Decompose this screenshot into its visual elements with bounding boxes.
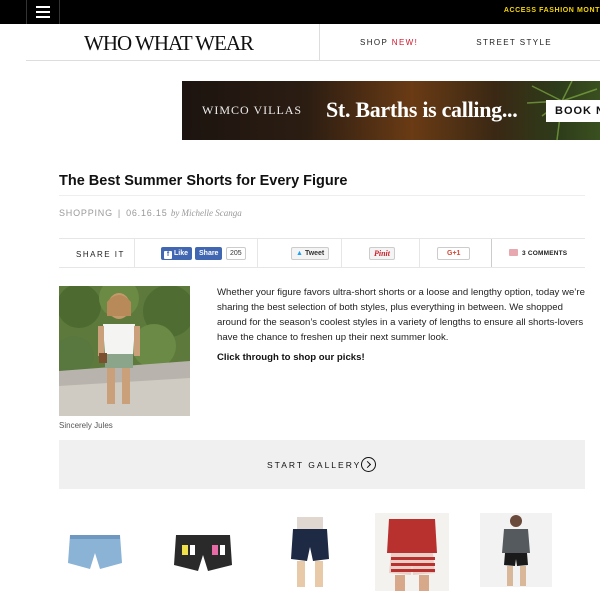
share-divider (491, 239, 492, 267)
navy-shorts-image (275, 513, 345, 588)
circle-arrow-right-icon (361, 457, 376, 472)
black-shorts-outfit-image (480, 513, 552, 587)
facebook-share-count: 205 (226, 247, 246, 260)
ad-headline: St. Barths is calling... (326, 97, 518, 122)
street-style-photo-illustration (59, 286, 190, 416)
share-divider (257, 239, 258, 267)
fb-like-label: Like (174, 250, 189, 257)
google-plus-button[interactable]: G+1 (437, 247, 471, 260)
pinterest-pin-button[interactable]: Pinit (369, 247, 396, 260)
article-title: The Best Summer Shorts for Every Figure (59, 173, 348, 189)
striped-shorts-image (168, 513, 238, 583)
site-logo[interactable]: WHO WHAT WEAR (84, 31, 254, 56)
facebook-like-button[interactable]: f Like (161, 247, 193, 260)
product-thumbnail-black-shorts-outfit[interactable] (480, 513, 552, 587)
nav-item-shop[interactable]: SHOP NEW! (360, 38, 418, 47)
article-meta: SHOPPING | 06.16.15 by Michelle Scanga (59, 208, 242, 218)
hamburger-menu-icon[interactable] (26, 0, 60, 24)
stripe-shorts-outfit-image (375, 513, 449, 591)
photo-caption: Sincerely Jules (59, 421, 113, 430)
nav-item-street-style[interactable]: STREET STYLE (476, 38, 552, 47)
title-divider (59, 195, 585, 196)
denim-shorts-image (60, 513, 130, 583)
comments-label: 3 COMMENTS (522, 250, 568, 257)
category-link[interactable]: SHOPPING (59, 208, 113, 218)
new-badge: NEW! (391, 38, 419, 47)
nav-shop-label: SHOP (360, 38, 389, 47)
lead-photo (59, 286, 190, 416)
share-divider (419, 239, 420, 267)
facebook-share-button[interactable]: Share (195, 247, 223, 260)
meta-separator: | (117, 208, 122, 218)
share-divider (134, 239, 135, 267)
product-thumbnail-striped-shorts[interactable] (168, 513, 238, 583)
facebook-icon: f (164, 251, 172, 259)
tweet-button[interactable]: ▲ Tweet (291, 247, 330, 260)
site-header: WHO WHAT WEAR SHOP NEW! STREET STYLE FA (26, 24, 600, 61)
start-gallery-button[interactable]: START GALLERY (59, 440, 585, 489)
ad-brand: WIMCO VILLAS (202, 103, 303, 117)
main-nav: SHOP NEW! STREET STYLE FA (360, 38, 600, 47)
share-divider (341, 239, 342, 267)
article-cta: Click through to shop our picks! (217, 352, 365, 363)
product-thumbnail-navy-shorts[interactable] (275, 513, 345, 588)
promo-link[interactable]: ACCESS FASHION MONT (504, 7, 600, 14)
twitter-bird-icon: ▲ (296, 250, 303, 257)
gallery-label: START GALLERY (267, 460, 362, 470)
tweet-label: Tweet (304, 250, 325, 257)
top-bar: ACCESS FASHION MONT (0, 0, 600, 24)
share-bar: SHARE IT f Like Share 205 ▲ Tweet Pinit G+… (59, 238, 585, 268)
comment-bubble-icon (509, 249, 518, 256)
article-byline[interactable]: by Michelle Scanga (171, 208, 242, 218)
article-body: Whether your figure favors ultra-short s… (217, 287, 585, 343)
share-label: SHARE IT (76, 250, 125, 259)
product-thumbnail-denim-shorts[interactable] (60, 513, 130, 583)
product-thumbnail-stripe-shorts-outfit[interactable] (375, 513, 449, 591)
comments-link[interactable]: 3 COMMENTS (509, 249, 567, 257)
ad-banner[interactable]: WIMCO VILLAS St. Barths is calling... BO… (182, 81, 600, 140)
ad-book-button[interactable]: BOOK N (546, 100, 600, 122)
article-date: 06.16.15 (126, 208, 168, 218)
header-divider (319, 24, 320, 61)
